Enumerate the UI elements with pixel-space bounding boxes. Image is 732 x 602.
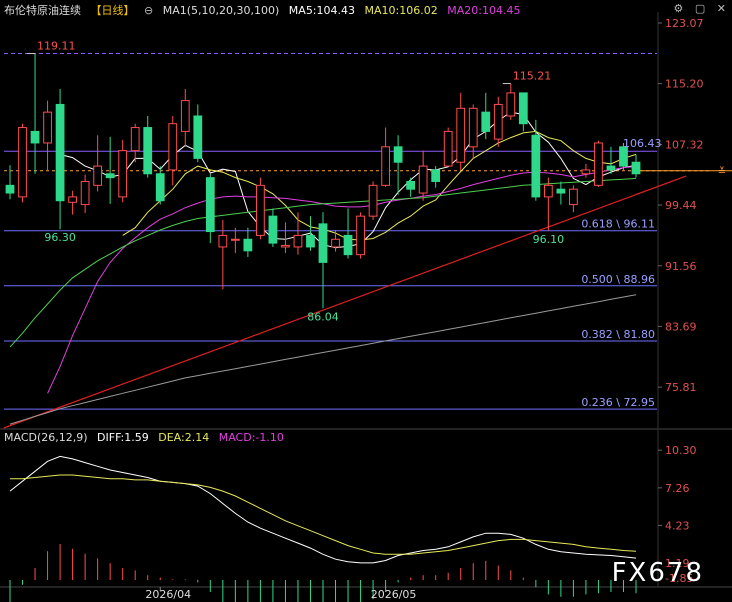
candle-body — [506, 92, 516, 117]
candle-body — [130, 127, 140, 152]
instrument-title: 布伦特原油连续 — [4, 4, 81, 17]
candle-body — [406, 180, 416, 190]
support-trendline — [3, 175, 687, 429]
y-tick-label: 123.07 — [665, 17, 704, 30]
ma20-value: MA20:104.45 — [447, 4, 521, 17]
candle-body — [606, 165, 616, 171]
close-icon[interactable]: ✕ — [717, 2, 726, 15]
candle-body — [543, 184, 553, 198]
candle-body — [556, 188, 566, 194]
candle-body — [594, 142, 603, 186]
annotation-label-low: 96.30 — [44, 231, 76, 244]
candle-body — [431, 169, 441, 182]
macd-dea-value: DEA:2.14 — [158, 431, 210, 444]
candle-body — [256, 184, 265, 236]
chart-root: 123.07 115.20 107.32 99.44 91.56 83.69 75.81 0.… — [0, 0, 732, 602]
candle-body — [581, 169, 591, 175]
candle-body — [80, 180, 90, 206]
candle-body — [143, 127, 153, 175]
candle-body — [356, 215, 365, 256]
y-tick-label: 115.20 — [665, 78, 704, 91]
candle-body — [93, 165, 103, 186]
candle-body — [418, 165, 428, 194]
candle-body — [531, 134, 541, 198]
annotation-label-high: 119.11 — [37, 40, 76, 53]
candle-body — [306, 234, 315, 248]
y-tick-label: 91.56 — [665, 260, 697, 273]
price-chart-svg[interactable]: 123.07 115.20 107.32 99.44 91.56 83.69 75.81 0.… — [0, 0, 732, 602]
ma5-value: MA5:104.43 — [288, 4, 356, 17]
candle-body — [481, 111, 491, 132]
candle-body — [105, 173, 115, 179]
candle-body — [468, 107, 478, 148]
candle-body — [118, 150, 128, 198]
settings-icon[interactable]: ⚙ — [674, 2, 684, 15]
expand-icon[interactable]: ▢ — [695, 2, 705, 15]
candle-body — [268, 215, 278, 244]
fib-level-label: 0.382 \ 81.80 — [581, 328, 655, 341]
candle-body — [5, 184, 15, 194]
candle-body — [18, 127, 27, 198]
macd-diff-value: DIFF:1.59 — [97, 431, 149, 444]
macd-diff-line — [9, 455, 637, 564]
watermark-logo: FX678 — [611, 558, 704, 588]
fib-level-label: 0.500 \ 88.96 — [581, 273, 655, 286]
macd-y-tick-label: 4.23 — [665, 519, 690, 532]
candle-body — [631, 161, 641, 175]
y-tick-label: 99.44 — [665, 199, 697, 212]
current-price-marker: ≚ — [718, 166, 726, 178]
candle-body — [205, 177, 215, 233]
indicator-icon[interactable]: ⊖ — [144, 4, 153, 17]
candle-body — [368, 184, 378, 217]
window-icons: ⚙ ▢ ✕ — [666, 2, 727, 15]
candle-body — [393, 146, 403, 163]
candle-body — [518, 92, 528, 125]
candle-body — [155, 173, 165, 202]
macd-header: MACD(26,12,9) DIFF:1.59 DEA:2.14 MACD:-1… — [4, 431, 290, 445]
candle-body — [180, 100, 190, 132]
annotation-label-level: 106.43 — [623, 137, 662, 150]
candle-body — [493, 103, 503, 140]
candle-body — [43, 111, 52, 144]
x-tick-label: 2026/04 — [145, 588, 191, 601]
candle-body — [230, 238, 240, 241]
candle-body — [55, 103, 65, 202]
candle-body — [218, 234, 228, 248]
x-tick-label: 2026/05 — [371, 588, 417, 601]
candle-body — [331, 238, 340, 248]
macd-macd-value: MACD:-1.10 — [218, 431, 284, 444]
candle-body — [243, 238, 253, 252]
candle-body — [193, 115, 203, 159]
candle-body — [293, 234, 303, 248]
candle-body — [281, 244, 290, 248]
candle-body — [343, 234, 353, 256]
fib-level-label: 0.236 \ 72.95 — [581, 396, 655, 409]
y-tick-label: 107.32 — [665, 138, 704, 151]
annotation-label-low: 86.04 — [307, 310, 339, 323]
candle-body — [381, 146, 390, 186]
candle-body — [443, 130, 453, 167]
main-chart-header: 布伦特原油连续 【日线】 ⊖ MA1(5,10,20,30,100) MA5:1… — [4, 2, 526, 17]
ma-line-ma20 — [47, 166, 637, 394]
y-tick-label: 83.69 — [665, 320, 697, 333]
fib-level-label: 0.618 \ 96.11 — [581, 218, 655, 231]
y-tick-label: 75.81 — [665, 381, 697, 394]
annotation-label-high: 115.21 — [513, 70, 552, 83]
macd-y-tick-label: 7.26 — [665, 482, 690, 495]
ma10-value: MA10:106.02 — [364, 4, 438, 17]
ma-params-label: MA1(5,10,20,30,100) — [162, 4, 280, 17]
period-label[interactable]: 【日线】 — [91, 4, 135, 17]
candle-body — [569, 188, 578, 206]
annotation-label-low: 96.10 — [533, 233, 565, 246]
macd-label: MACD(26,12,9) — [4, 431, 88, 444]
candle-body — [318, 223, 328, 263]
candle-body — [68, 196, 77, 203]
candle-body — [456, 107, 466, 163]
macd-y-tick-label: 10.30 — [665, 444, 697, 457]
macd-dea-line — [10, 474, 637, 555]
candle-body — [168, 123, 178, 171]
candle-body — [30, 130, 40, 144]
